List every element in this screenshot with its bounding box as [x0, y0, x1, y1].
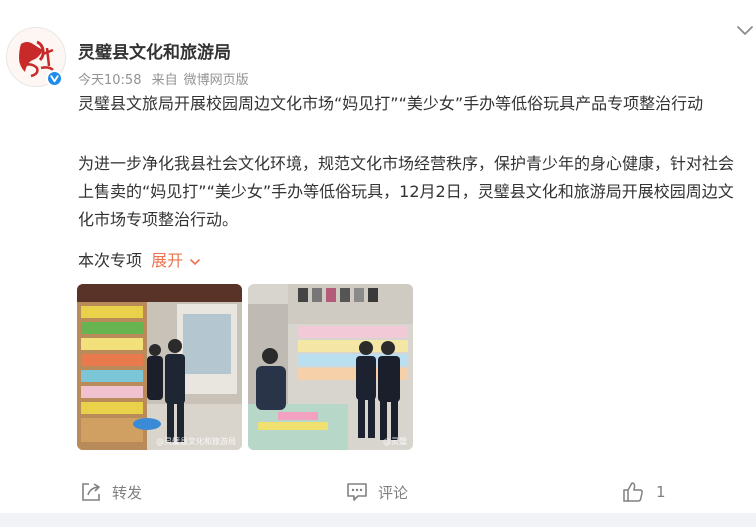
photo-watermark: @灵璧县文化和旅游局: [156, 437, 236, 446]
expand-button[interactable]: 展开: [151, 251, 201, 270]
photo-store-inspection-1[interactable]: @灵璧县文化和旅游局: [77, 284, 242, 450]
like-button[interactable]: 1: [622, 480, 666, 504]
weibo-post-card: 灵璧县文化和旅游局 今天10:58 来自 微博网页版 灵璧县文旅局开展校园周边文化…: [0, 0, 756, 513]
verified-v-icon: [46, 70, 63, 87]
comment-button[interactable]: 评论: [346, 480, 408, 504]
post-source: 微博网页版: [183, 73, 249, 88]
post-time[interactable]: 今天10:58: [78, 73, 141, 88]
photo-watermark: @灵璧: [383, 437, 407, 446]
post-body: 为进一步净化我县社会文化环境，规范文化市场经营秩序，保护青少年的身心健康，针对社…: [78, 154, 735, 229]
share-label: 转发: [112, 483, 143, 502]
post-title: 灵璧县文旅局开展校园周边文化市场“妈见打”“美少女”手办等低俗玩具产品专项整治行…: [78, 94, 704, 113]
photo-store-inspection-2[interactable]: @灵璧: [248, 284, 413, 450]
like-count: 1: [656, 483, 666, 501]
expand-label: 展开: [151, 251, 184, 270]
thumbs-up-icon: [623, 482, 643, 502]
chevron-down-icon: [190, 258, 201, 265]
post-actions-bar: 转发 评论 1: [0, 470, 756, 513]
share-icon: [82, 483, 100, 501]
share-button[interactable]: 转发: [80, 480, 142, 504]
chevron-down-icon[interactable]: [736, 22, 754, 38]
author-name[interactable]: 灵璧县文化和旅游局: [78, 38, 231, 63]
post-topic-line: 本次专项 展开: [78, 247, 201, 275]
post-meta: 今天10:58 来自 微博网页版: [78, 69, 255, 88]
source-prefix: 来自: [151, 73, 178, 88]
comment-icon: [347, 483, 367, 501]
topic-label: 本次专项: [78, 251, 143, 270]
comment-label: 评论: [378, 483, 409, 502]
